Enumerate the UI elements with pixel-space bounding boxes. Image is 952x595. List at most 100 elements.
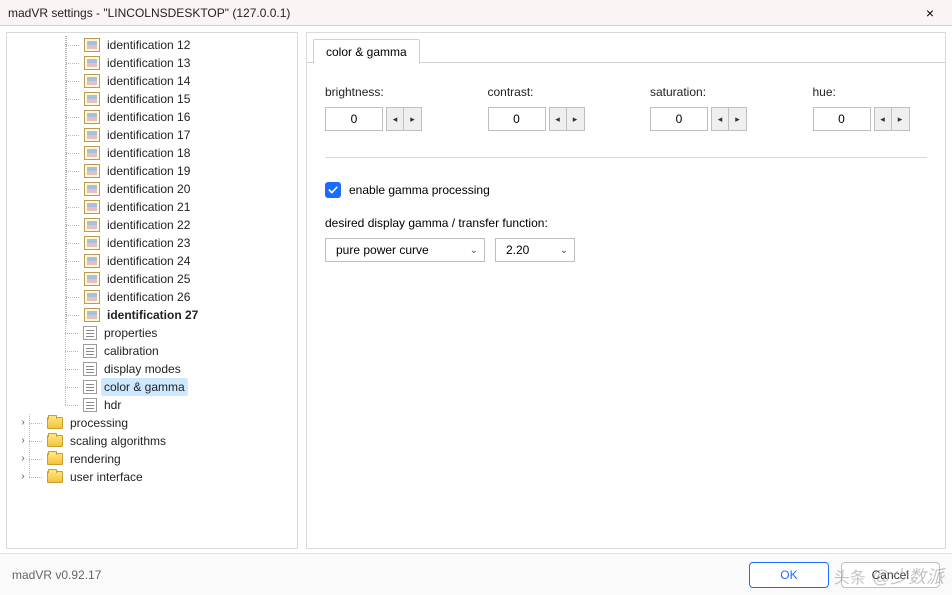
tree-row[interactable]: identification 21 bbox=[11, 198, 297, 216]
nav-tree[interactable]: identification 12identification 13identi… bbox=[7, 33, 297, 548]
tree-item-label: properties bbox=[101, 324, 160, 342]
identification-icon bbox=[84, 56, 100, 70]
brightness-label: brightness: bbox=[325, 85, 440, 99]
folder-icon bbox=[47, 471, 63, 483]
tree-item-label: identification 22 bbox=[104, 216, 193, 234]
enable-gamma-label: enable gamma processing bbox=[349, 183, 490, 197]
identification-icon bbox=[84, 200, 100, 214]
tree-row[interactable]: identification 23 bbox=[11, 234, 297, 252]
window-title: madVR settings - "LINCOLNSDESKTOP" (127.… bbox=[8, 6, 908, 20]
saturation-increase-button[interactable]: ▸ bbox=[729, 107, 747, 131]
saturation-label: saturation: bbox=[650, 85, 765, 99]
tree-row[interactable]: identification 19 bbox=[11, 162, 297, 180]
ok-button[interactable]: OK bbox=[749, 562, 828, 588]
tree-row[interactable]: identification 24 bbox=[11, 252, 297, 270]
tree-row[interactable]: properties bbox=[11, 324, 297, 342]
contrast-increase-button[interactable]: ▸ bbox=[567, 107, 585, 131]
tree-row[interactable]: calibration bbox=[11, 342, 297, 360]
tree-row[interactable]: › processing bbox=[11, 414, 297, 432]
close-icon: × bbox=[926, 5, 934, 21]
gamma-value-select[interactable]: 2.20 ⌄ bbox=[495, 238, 575, 262]
tree-row[interactable]: identification 17 bbox=[11, 126, 297, 144]
nav-tree-panel: identification 12identification 13identi… bbox=[6, 32, 298, 549]
triangle-right-icon: ▸ bbox=[410, 114, 415, 125]
identification-icon bbox=[84, 110, 100, 124]
titlebar: madVR settings - "LINCOLNSDESKTOP" (127.… bbox=[0, 0, 952, 26]
hue-input[interactable] bbox=[813, 107, 871, 131]
document-icon bbox=[83, 344, 97, 358]
tree-row[interactable]: identification 15 bbox=[11, 90, 297, 108]
contrast-label: contrast: bbox=[488, 85, 603, 99]
contrast-decrease-button[interactable]: ◂ bbox=[549, 107, 567, 131]
tree-row[interactable]: display modes bbox=[11, 360, 297, 378]
gamma-value: 2.20 bbox=[506, 243, 529, 257]
brightness-decrease-button[interactable]: ◂ bbox=[386, 107, 404, 131]
tree-item-label: scaling algorithms bbox=[67, 432, 169, 450]
identification-icon bbox=[84, 92, 100, 106]
identification-icon bbox=[84, 254, 100, 268]
footer-bar: madVR v0.92.17 OK Cancel bbox=[0, 553, 952, 595]
tree-row[interactable]: identification 22 bbox=[11, 216, 297, 234]
enable-gamma-checkbox[interactable] bbox=[325, 182, 341, 198]
tree-row[interactable]: color & gamma bbox=[11, 378, 297, 396]
brightness-input[interactable] bbox=[325, 107, 383, 131]
tree-row[interactable]: identification 18 bbox=[11, 144, 297, 162]
tree-row[interactable]: › scaling algorithms bbox=[11, 432, 297, 450]
tree-row[interactable]: hdr bbox=[11, 396, 297, 414]
triangle-left-icon: ◂ bbox=[880, 114, 885, 125]
tab-strip: color & gamma bbox=[307, 33, 945, 63]
tree-row[interactable]: identification 14 bbox=[11, 72, 297, 90]
divider bbox=[325, 157, 927, 158]
enable-gamma-row[interactable]: enable gamma processing bbox=[325, 182, 927, 198]
tree-item-label: identification 20 bbox=[104, 180, 193, 198]
cancel-button[interactable]: Cancel bbox=[841, 562, 940, 588]
contrast-input[interactable] bbox=[488, 107, 546, 131]
folder-icon bbox=[47, 453, 63, 465]
hue-increase-button[interactable]: ▸ bbox=[892, 107, 910, 131]
tree-row[interactable]: identification 13 bbox=[11, 54, 297, 72]
identification-icon bbox=[84, 308, 100, 322]
document-icon bbox=[83, 326, 97, 340]
client-area: identification 12identification 13identi… bbox=[0, 26, 952, 553]
saturation-decrease-button[interactable]: ◂ bbox=[711, 107, 729, 131]
chevron-right-icon[interactable]: › bbox=[17, 450, 29, 468]
close-button[interactable]: × bbox=[908, 0, 952, 26]
chevron-right-icon[interactable]: › bbox=[17, 414, 29, 432]
tree-item-label: identification 17 bbox=[104, 126, 193, 144]
tree-item-label: calibration bbox=[101, 342, 162, 360]
document-icon bbox=[83, 362, 97, 376]
adjust-saturation: saturation: ◂ ▸ bbox=[650, 85, 765, 131]
chevron-down-icon: ⌄ bbox=[470, 245, 478, 256]
chevron-right-icon[interactable]: › bbox=[17, 432, 29, 450]
tree-item-label: identification 27 bbox=[104, 306, 201, 324]
tree-item-label: rendering bbox=[67, 450, 124, 468]
tree-item-label: identification 13 bbox=[104, 54, 193, 72]
triangle-left-icon: ◂ bbox=[393, 114, 398, 125]
saturation-input[interactable] bbox=[650, 107, 708, 131]
tree-row[interactable]: identification 20 bbox=[11, 180, 297, 198]
tree-row[interactable]: identification 26 bbox=[11, 288, 297, 306]
gamma-curve-select[interactable]: pure power curve ⌄ bbox=[325, 238, 485, 262]
brightness-increase-button[interactable]: ▸ bbox=[404, 107, 422, 131]
tree-row[interactable]: › rendering bbox=[11, 450, 297, 468]
tree-item-label: identification 12 bbox=[104, 36, 193, 54]
triangle-right-icon: ▸ bbox=[573, 114, 578, 125]
identification-icon bbox=[84, 272, 100, 286]
tree-item-label: processing bbox=[67, 414, 131, 432]
tree-row[interactable]: identification 27 bbox=[11, 306, 297, 324]
identification-icon bbox=[84, 164, 100, 178]
version-text: madVR v0.92.17 bbox=[12, 568, 737, 582]
hue-label: hue: bbox=[813, 85, 928, 99]
tree-row[interactable]: identification 25 bbox=[11, 270, 297, 288]
hue-decrease-button[interactable]: ◂ bbox=[874, 107, 892, 131]
tree-item-label: hdr bbox=[101, 396, 124, 414]
tree-row[interactable]: identification 16 bbox=[11, 108, 297, 126]
adjust-contrast: contrast: ◂ ▸ bbox=[488, 85, 603, 131]
tree-row[interactable]: identification 12 bbox=[11, 36, 297, 54]
tree-row[interactable]: ›user interface bbox=[11, 468, 297, 486]
identification-icon bbox=[84, 146, 100, 160]
tab-color-gamma[interactable]: color & gamma bbox=[313, 39, 420, 64]
chevron-right-icon[interactable]: › bbox=[17, 468, 29, 486]
chevron-down-icon: ⌄ bbox=[560, 245, 568, 256]
tree-item-label: color & gamma bbox=[101, 378, 188, 396]
